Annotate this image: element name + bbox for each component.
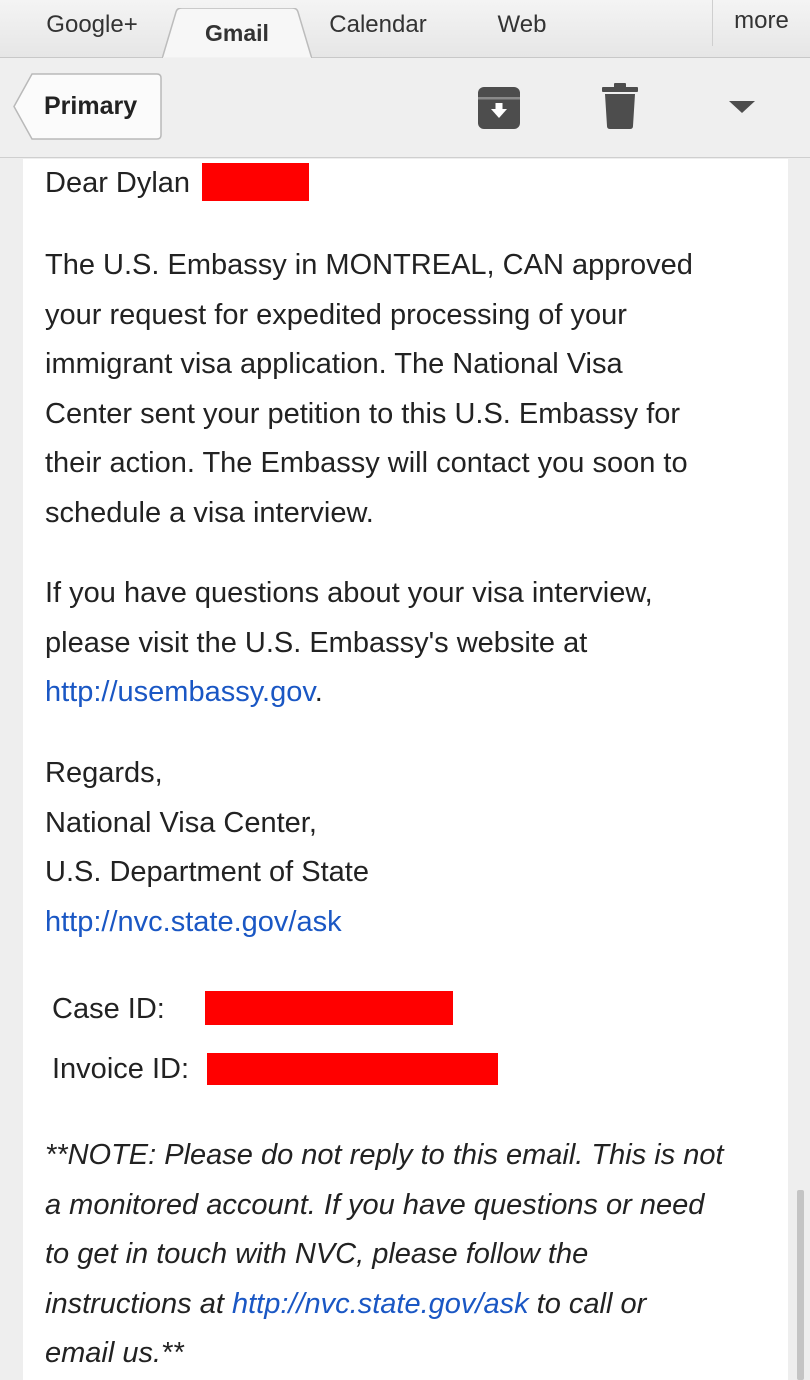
scrollbar-thumb[interactable] (797, 1190, 804, 1380)
tab-google-plus[interactable]: Google+ (22, 0, 162, 54)
body-line: your request for expedited processing of… (45, 298, 627, 331)
action-bar: Primary (0, 58, 810, 158)
note-suffix: to call or (528, 1287, 647, 1320)
trash-icon[interactable] (602, 83, 638, 129)
note-line: **NOTE: Please do not reply to this emai… (45, 1139, 724, 1171)
body-line: immigrant visa application. The National… (45, 348, 623, 380)
invoice-id-label: Invoice ID: (52, 1053, 189, 1085)
note-line: to get in touch with NVC, please follow … (45, 1238, 589, 1270)
message-body: Dear Dylan The U.S. Embassy in MONTREAL,… (23, 159, 788, 1380)
body-line: The U.S. Embassy in MONTREAL, CAN approv… (45, 249, 693, 281)
questions-paragraph: If you have questions about your visa in… (45, 569, 765, 718)
tab-gmail-label: Gmail (205, 20, 269, 46)
note-line: a monitored account. If you have questio… (45, 1188, 705, 1221)
note-prefix: instructions at (45, 1287, 232, 1320)
signoff-line-link-wrap: http://nvc.state.gov/ask (45, 898, 765, 948)
back-button-label: Primary (44, 92, 138, 120)
case-id-row: Case ID: (52, 989, 453, 1029)
body-paragraph: The U.S. Embassy in MONTREAL, CAN approv… (45, 241, 765, 538)
note-line: email us.** (45, 1337, 184, 1369)
body-line: Center sent your petition to this U.S. E… (45, 397, 681, 430)
body-line: their action. The Embassy will contact y… (45, 447, 688, 479)
tab-gmail[interactable]: Gmail (162, 8, 312, 59)
top-tab-bar: Google+ Gmail Calendar Web more (0, 0, 810, 59)
tab-web[interactable]: Web (470, 0, 574, 54)
redacted-surname (202, 163, 310, 202)
embassy-link-line: http://usembassy.gov. (45, 668, 765, 718)
signoff-line: National Visa Center, (45, 806, 317, 839)
tab-calendar[interactable]: Calendar (312, 0, 444, 54)
signoff-line: Regards, (45, 757, 163, 789)
body-line: schedule a visa interview. (45, 496, 374, 529)
caret-down-icon[interactable] (728, 98, 756, 116)
note-paragraph: **NOTE: Please do not reply to this emai… (45, 1131, 765, 1379)
archive-icon[interactable] (476, 85, 522, 131)
greeting: Dear Dylan (45, 159, 765, 209)
link-suffix: . (314, 676, 323, 708)
nvc-ask-link[interactable]: http://nvc.state.gov/ask (45, 906, 342, 938)
embassy-website-link[interactable]: http://usembassy.gov (45, 676, 315, 708)
invoice-id-row: Invoice ID: (52, 1049, 498, 1089)
note-nvc-ask-link[interactable]: http://nvc.state.gov/ask (232, 1288, 529, 1320)
greeting-text: Dear Dylan (45, 167, 191, 199)
questions-line: please visit the U.S. Embassy's website … (45, 626, 588, 659)
redacted-invoice-id (207, 1053, 498, 1085)
case-id-label: Case ID: (52, 993, 165, 1025)
back-to-primary-button[interactable]: Primary (12, 73, 162, 140)
questions-line: If you have questions about your visa in… (45, 577, 653, 609)
signoff-line: U.S. Department of State (45, 856, 369, 888)
note-link-line: instructions at http://nvc.state.gov/ask… (45, 1280, 765, 1330)
tab-more[interactable]: more (712, 0, 810, 46)
redacted-case-id (205, 991, 453, 1025)
signoff-block: Regards, National Visa Center, U.S. Depa… (45, 749, 765, 947)
